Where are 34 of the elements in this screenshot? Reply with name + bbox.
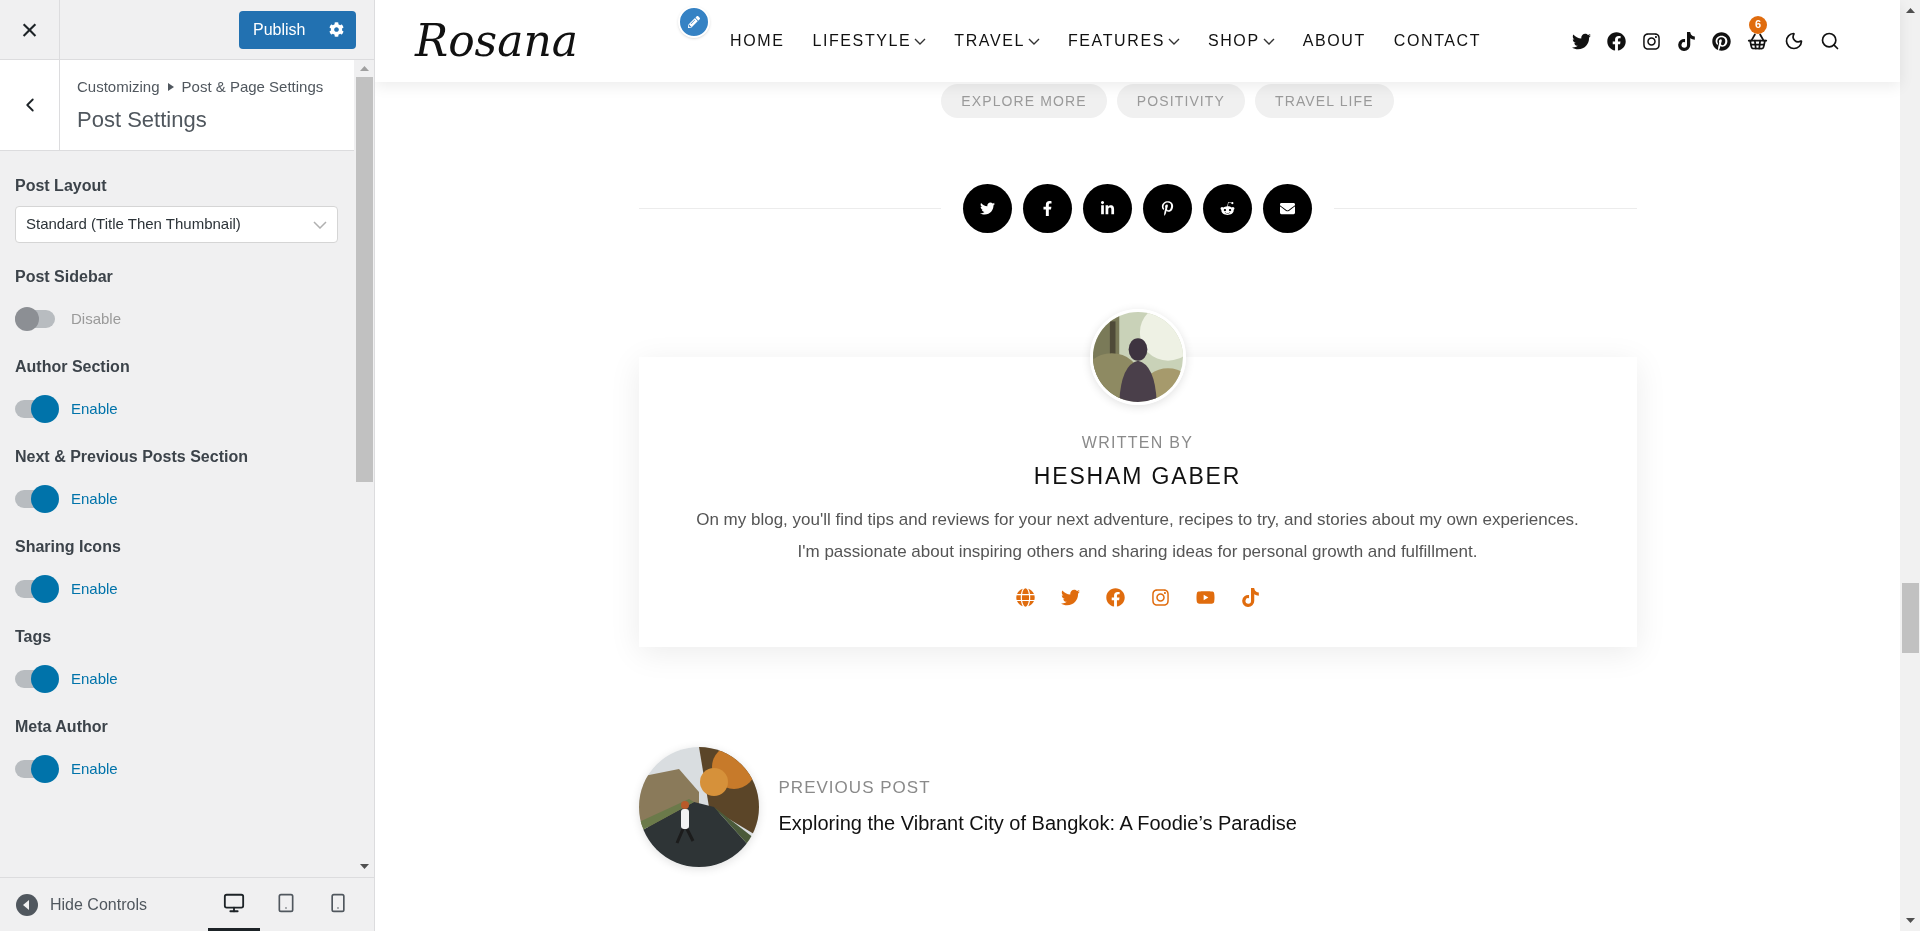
nav-link[interactable]: HOME	[730, 29, 785, 53]
previous-post-label: PREVIOUS POST	[778, 776, 932, 799]
breadcrumb-item[interactable]: Post & Page Settings	[181, 76, 324, 99]
layout-select[interactable]: Standard (Title Then Thumbnail)	[15, 206, 338, 243]
nav-link[interactable]: ABOUT	[1302, 29, 1366, 53]
nav-link[interactable]: LIFESTYLE	[812, 29, 927, 53]
close-button[interactable]: ×	[0, 0, 60, 60]
toggle-state-label: Enable	[71, 398, 118, 419]
control-label: Next & Previous Posts Section	[15, 447, 249, 467]
control-label: Sharing Icons	[15, 537, 122, 557]
toggle-state-label: Enable	[71, 578, 118, 599]
control-label: Post Sidebar	[15, 267, 114, 287]
control-label: Author Section	[15, 357, 131, 377]
toggle-state-label: Enable	[71, 758, 118, 779]
hide-controls-button[interactable]: Hide Controls	[0, 892, 147, 917]
toggle-state-label: Disable	[71, 308, 122, 329]
cart-badge: 6	[1749, 15, 1767, 34]
written-by-label: WRITTEN BY	[1081, 433, 1194, 453]
toggle-state-label: Enable	[71, 668, 118, 689]
control-label: Meta Author	[15, 717, 109, 737]
author-name: HESHAM GABER	[1033, 462, 1242, 491]
nav-link[interactable]: FEATURES	[1067, 29, 1180, 53]
control-label: Post Layout	[15, 176, 108, 196]
nav-link[interactable]: SHOP	[1207, 29, 1275, 53]
toggle-state-label: Enable	[71, 488, 118, 509]
previous-post-link[interactable]: Exploring the Vibrant City of Bangkok: A Foodie’s Paradise	[778, 808, 1297, 839]
nav-link[interactable]: TRAVEL	[954, 29, 1040, 53]
section-title: Post Settings	[77, 105, 208, 134]
site-logo[interactable]: Rosana	[415, 19, 578, 63]
author-bio: On my blog, you'll find tips and reviews for your next adventure, recipes to try, and stories about my own experiences. I'm passionate about inspiring others and sharing ideas for personal growth and fulfillment.	[695, 508, 1580, 563]
nav-link[interactable]: CONTACT	[1393, 29, 1482, 53]
publish-button[interactable]: Publish	[239, 10, 356, 49]
control-label: Tags	[15, 627, 53, 647]
breadcrumb-item[interactable]: Customizing	[77, 76, 160, 99]
